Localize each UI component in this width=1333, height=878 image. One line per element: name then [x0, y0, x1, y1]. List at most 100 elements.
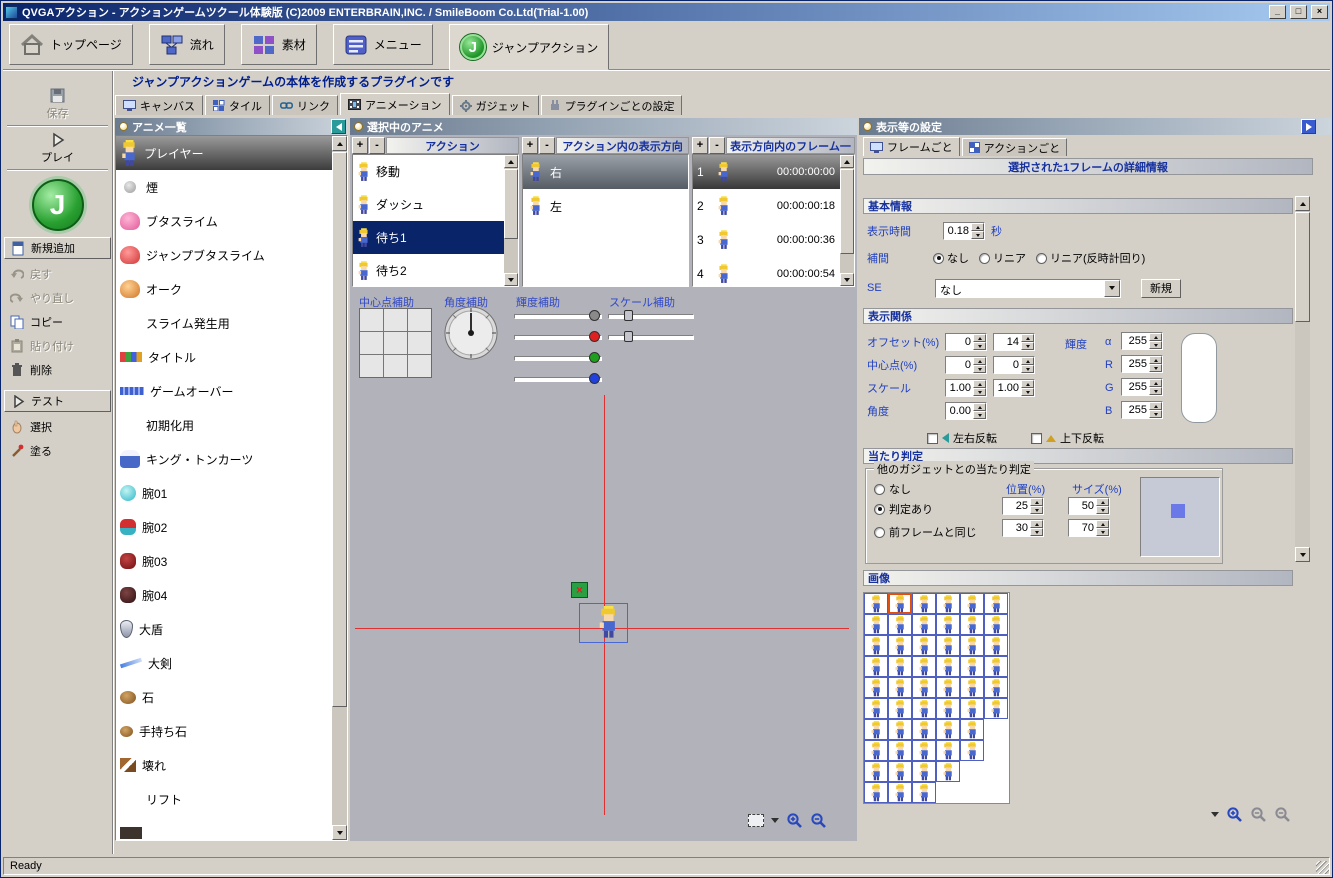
frame-list-scrollbar[interactable]	[840, 155, 854, 286]
blue-slider[interactable]	[514, 372, 602, 386]
alpha-slider[interactable]	[514, 309, 602, 323]
add-new-button[interactable]: 新規追加	[4, 237, 111, 259]
anime-list-item[interactable]: 大剣	[116, 646, 347, 680]
scroll-up-button[interactable]	[840, 155, 854, 168]
center-x-spinner[interactable]	[945, 356, 987, 374]
angle-dial[interactable]	[442, 304, 500, 362]
sprite-cell[interactable]	[888, 656, 912, 677]
blue-slider-thumb[interactable]	[589, 373, 600, 384]
frame-item[interactable]: 400:00:00:54	[693, 257, 841, 287]
sprite-cell[interactable]	[912, 698, 936, 719]
select-tool-button[interactable]: 選択	[3, 415, 112, 439]
offset-y-spinner[interactable]	[993, 333, 1035, 351]
tab-plugin-settings[interactable]: プラグインごとの設定	[541, 95, 683, 115]
toolbar-tab-flow[interactable]: 流れ	[149, 24, 225, 65]
anime-list-item[interactable]: 手持ち石	[116, 714, 347, 748]
hit-size-y-spinner[interactable]	[1068, 519, 1110, 537]
sprite-cell[interactable]	[888, 782, 912, 803]
spin-down-button[interactable]	[1030, 528, 1043, 536]
anime-list-item[interactable]: 初期化用	[116, 408, 347, 442]
spin-down-button[interactable]	[1021, 342, 1034, 350]
resize-grip[interactable]	[1316, 861, 1329, 874]
sprite-cell[interactable]	[864, 698, 888, 719]
g-spinner[interactable]	[1121, 378, 1163, 396]
hit-option-enabled[interactable]: 判定あり	[874, 499, 933, 519]
tab-per-frame[interactable]: フレームごと	[863, 137, 960, 156]
scroll-thumb[interactable]	[840, 169, 854, 254]
sprite-cell[interactable]	[864, 719, 888, 740]
sprite-cell[interactable]	[864, 740, 888, 761]
undo-button[interactable]: 戻す	[3, 262, 112, 286]
spin-up-button[interactable]	[973, 334, 986, 342]
action-item[interactable]: 待ち1	[353, 221, 518, 254]
frame-item[interactable]: 200:00:00:18	[693, 189, 841, 223]
tab-link[interactable]: リンク	[272, 95, 338, 115]
flip-h-checkbox[interactable]	[927, 433, 938, 444]
sprite-cell[interactable]	[864, 593, 888, 614]
anime-list-item[interactable]: ジャンプブタスライム	[116, 238, 347, 272]
sprite-cell[interactable]	[984, 656, 1008, 677]
sprite-cell[interactable]	[912, 782, 936, 803]
scale-x-spinner[interactable]	[945, 379, 987, 397]
copy-button[interactable]: コピー	[3, 310, 112, 334]
anime-list-item[interactable]: キング・トンカーツ	[116, 442, 347, 476]
spin-down-button[interactable]	[1021, 365, 1034, 373]
anime-list-item[interactable]: プレイヤー	[116, 136, 347, 170]
sprite-cell[interactable]	[984, 635, 1008, 656]
tab-gadget[interactable]: ガジェット	[452, 95, 539, 115]
sprite-cell[interactable]	[888, 719, 912, 740]
anime-list-item[interactable]: 腕04	[116, 578, 347, 612]
settings-scrollbar[interactable]	[1295, 196, 1310, 562]
sprite-cell[interactable]	[960, 593, 984, 614]
scale-y-thumb[interactable]	[624, 331, 633, 342]
spin-down-button[interactable]	[973, 365, 986, 373]
spin-up-button[interactable]	[973, 380, 986, 388]
sprite-cell[interactable]	[912, 614, 936, 635]
offset-x-spinner[interactable]	[945, 333, 987, 351]
spin-down-button[interactable]	[973, 411, 986, 419]
scroll-down-button[interactable]	[332, 825, 347, 840]
direction-add-button[interactable]: +	[522, 137, 538, 154]
red-slider-thumb[interactable]	[589, 331, 600, 342]
sprite-cell[interactable]	[888, 593, 912, 614]
sprite-cell[interactable]	[960, 614, 984, 635]
sprite-cell[interactable]	[936, 593, 960, 614]
zoom-out-icon[interactable]	[810, 812, 827, 829]
center-y-spinner[interactable]	[993, 356, 1035, 374]
alpha-spinner[interactable]	[1121, 332, 1163, 350]
maximize-button[interactable]: □	[1290, 5, 1307, 19]
spin-down-button[interactable]	[1096, 506, 1109, 514]
sprite-cell[interactable]	[936, 740, 960, 761]
scale-y-spinner[interactable]	[993, 379, 1035, 397]
anime-list-item[interactable]: リフト	[116, 782, 347, 816]
scale-x-slider[interactable]	[608, 309, 694, 323]
spin-up-button[interactable]	[1021, 357, 1034, 365]
sprite-cell[interactable]	[864, 656, 888, 677]
scroll-thumb[interactable]	[332, 152, 347, 707]
anime-list-item[interactable]: 煙	[116, 170, 347, 204]
sprite-cell[interactable]	[864, 677, 888, 698]
toolbar-tab-top-page[interactable]: トップページ	[9, 24, 133, 65]
sprite-cell[interactable]	[960, 698, 984, 719]
sprite-cell[interactable]	[960, 635, 984, 656]
tab-canvas[interactable]: キャンバス	[115, 95, 203, 115]
direction-remove-button[interactable]: -	[539, 137, 555, 154]
sprite-cell[interactable]	[912, 635, 936, 656]
spin-up-button[interactable]	[1096, 498, 1109, 506]
sprite-cell[interactable]	[864, 635, 888, 656]
play-button[interactable]: プレイ	[13, 129, 102, 167]
spin-down-button[interactable]	[1021, 388, 1034, 396]
red-slider[interactable]	[514, 330, 602, 344]
spin-down-button[interactable]	[1149, 410, 1162, 418]
spin-up-button[interactable]	[1149, 333, 1162, 341]
b-spinner[interactable]	[1121, 401, 1163, 419]
sprite-cell[interactable]	[864, 614, 888, 635]
tool-dropdown-icon[interactable]	[771, 818, 779, 823]
sprite-cell[interactable]	[960, 740, 984, 761]
frame-add-button[interactable]: +	[692, 137, 708, 154]
zoom-fit-icon[interactable]	[1274, 806, 1291, 823]
action-remove-button[interactable]: -	[369, 137, 385, 154]
spin-up-button[interactable]	[971, 223, 984, 231]
sprite-cell[interactable]	[888, 614, 912, 635]
se-select[interactable]: なし	[935, 279, 1121, 298]
